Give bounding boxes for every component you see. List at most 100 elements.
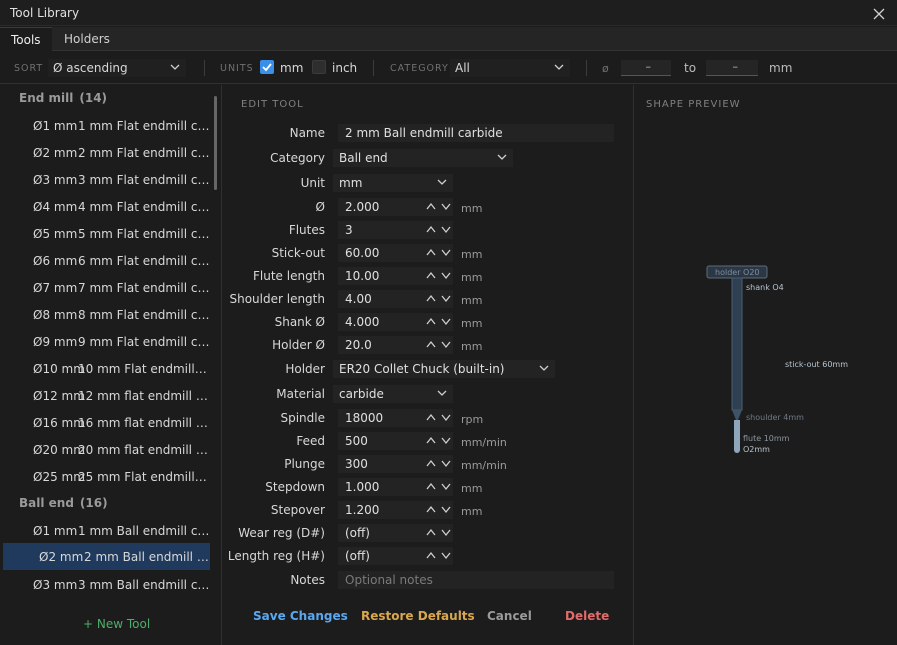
- holder-dia-unit: mm: [461, 340, 483, 353]
- stepover-label: Stepover: [270, 503, 325, 517]
- tool-diameter: Ø7 mm: [33, 281, 78, 295]
- spinner-arrows-icon[interactable]: [425, 270, 453, 280]
- chevron-down-icon: [554, 64, 564, 70]
- spindle-label: Spindle: [280, 411, 325, 425]
- spinner-arrows-icon[interactable]: [425, 316, 453, 326]
- name-input[interactable]: 2 mm Ball endmill carbide: [338, 124, 614, 142]
- shape-preview-panel: SHAPE PREVIEW holder O20 shank O4 stick-…: [635, 85, 897, 645]
- tool-diameter: Ø9 mm: [33, 335, 78, 349]
- notes-input[interactable]: Optional notes: [338, 571, 614, 589]
- new-tool-button[interactable]: + New Tool: [83, 617, 150, 631]
- holder-value: ER20 Collet Chuck (built-in): [339, 362, 505, 376]
- close-icon[interactable]: [872, 7, 886, 21]
- shank-input[interactable]: 4.000: [338, 313, 453, 331]
- holder-select[interactable]: ER20 Collet Chuck (built-in): [333, 360, 555, 378]
- stickout-value: 60.00: [345, 246, 380, 260]
- ball-tip-shape: [734, 447, 740, 453]
- range-to-input[interactable]: –: [706, 60, 758, 76]
- divider: [204, 60, 205, 76]
- shank-label: Shank Ø: [274, 315, 325, 329]
- feed-input[interactable]: 500: [338, 432, 453, 450]
- spinner-arrows-icon[interactable]: [425, 504, 453, 514]
- tool-diameter: Ø3 mm: [33, 578, 78, 592]
- diameter-value: 2.000: [345, 200, 380, 214]
- mm-checkbox[interactable]: [260, 60, 274, 74]
- group-header-end-mill[interactable]: End mill (14): [19, 91, 107, 105]
- spinner-arrows-icon[interactable]: [425, 339, 453, 349]
- spinner-arrows-icon[interactable]: [425, 224, 453, 234]
- plunge-input[interactable]: 300: [338, 455, 453, 473]
- edit-tool-title: EDIT TOOL: [241, 99, 304, 110]
- spinner-arrows-icon[interactable]: [425, 435, 453, 445]
- wear-reg-input[interactable]: (off): [338, 524, 453, 542]
- flute-length-value: 10.00: [345, 269, 380, 283]
- spindle-value: 18000: [345, 411, 384, 425]
- save-changes-button[interactable]: Save Changes: [253, 609, 348, 623]
- stepdown-label: Stepdown: [265, 480, 325, 494]
- length-reg-value: (off): [345, 549, 370, 563]
- stickout-input[interactable]: 60.00: [338, 244, 453, 262]
- tab-holders[interactable]: Holders: [53, 27, 121, 51]
- unit-select[interactable]: mm: [333, 174, 453, 192]
- chevron-down-icon: [437, 390, 447, 396]
- flute-shape: [734, 420, 740, 450]
- holder-dia-input[interactable]: 20.0: [338, 336, 453, 354]
- group-header-ball-end[interactable]: Ball end (16): [19, 496, 108, 510]
- flutes-input[interactable]: 3: [338, 221, 453, 239]
- tool-diameter: Ø2 mm: [33, 146, 78, 160]
- tool-diameter: Ø4 mm: [33, 200, 78, 214]
- stickout-label: Stick-out: [271, 246, 325, 260]
- spinner-arrows-icon[interactable]: [425, 293, 453, 303]
- tool-diameter: Ø5 mm: [33, 227, 78, 241]
- category-select[interactable]: Ball end: [333, 149, 513, 167]
- shank-value: 4.000: [345, 315, 380, 329]
- notes-label: Notes: [290, 573, 325, 587]
- shoulder-length-input[interactable]: 4.00: [338, 290, 453, 308]
- flutes-label: Flutes: [288, 223, 325, 237]
- divider: [373, 60, 374, 76]
- chevron-down-icon: [437, 179, 447, 185]
- tab-tools[interactable]: Tools: [0, 27, 52, 51]
- range-from-input[interactable]: –: [621, 60, 671, 76]
- spinner-arrows-icon[interactable]: [425, 247, 453, 257]
- shank-shape: [731, 277, 743, 411]
- spinner-arrows-icon[interactable]: [425, 481, 453, 491]
- tool-shape-drawing: holder O20 shank O4 stick-out 60mm shoul…: [706, 265, 848, 454]
- title-bar: Tool Library: [0, 0, 897, 26]
- sort-dropdown[interactable]: Ø ascending: [48, 59, 186, 77]
- length-reg-input[interactable]: (off): [338, 547, 453, 565]
- spindle-unit: rpm: [461, 413, 484, 426]
- diameter-input[interactable]: 2.000: [338, 198, 453, 216]
- stickout-label: stick-out 60mm: [785, 360, 848, 369]
- inch-checkbox[interactable]: [312, 60, 326, 74]
- spinner-arrows-icon[interactable]: [425, 527, 453, 537]
- group-name: Ball end: [19, 496, 74, 510]
- category-dropdown[interactable]: All: [450, 59, 570, 77]
- feed-value: 500: [345, 434, 368, 448]
- plunge-unit: mm/min: [461, 459, 507, 472]
- material-select[interactable]: carbide: [333, 385, 453, 403]
- delete-button[interactable]: Delete: [565, 609, 609, 623]
- spinner-arrows-icon[interactable]: [425, 201, 453, 211]
- stepdown-input[interactable]: 1.000: [338, 478, 453, 496]
- spinner-arrows-icon[interactable]: [425, 412, 453, 422]
- category-filter-value: All: [455, 61, 470, 75]
- category-field-label: Category: [270, 151, 325, 165]
- spinner-arrows-icon[interactable]: [425, 458, 453, 468]
- spindle-input[interactable]: 18000: [338, 409, 453, 427]
- holder-dia-label: Holder Ø: [272, 338, 325, 352]
- stepover-input[interactable]: 1.200: [338, 501, 453, 519]
- flute-label: flute 10mm: [743, 434, 790, 443]
- stickout-unit: mm: [461, 248, 483, 261]
- shoulder-label: shoulder 4mm: [746, 413, 804, 422]
- sort-label: SORT: [14, 63, 44, 74]
- spinner-arrows-icon[interactable]: [425, 550, 453, 560]
- group-count: (16): [79, 496, 108, 510]
- stepdown-unit: mm: [461, 482, 483, 495]
- cancel-button[interactable]: Cancel: [487, 609, 532, 623]
- restore-defaults-button[interactable]: Restore Defaults: [361, 609, 475, 623]
- window-title: Tool Library: [10, 6, 80, 20]
- flute-length-input[interactable]: 10.00: [338, 267, 453, 285]
- shoulder-shape: [732, 410, 742, 420]
- range-unit-label: mm: [769, 61, 793, 75]
